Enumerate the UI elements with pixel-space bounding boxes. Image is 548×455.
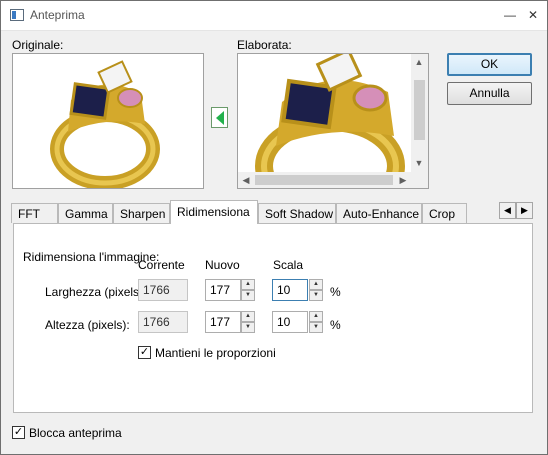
ok-button[interactable]: OK — [447, 53, 532, 76]
width-scale-field[interactable]: 10 — [272, 279, 308, 301]
tab-fft[interactable]: FFT — [11, 203, 58, 223]
ring-image — [41, 54, 175, 190]
width-current-field: 1766 — [138, 279, 188, 301]
spin-up-icon[interactable]: ▲ — [241, 279, 255, 290]
ring-image-zoomed — [238, 54, 411, 172]
app-window-icon — [10, 9, 24, 21]
height-scale-field[interactable]: 10 — [272, 311, 308, 333]
tab-sharpen[interactable]: Sharpen — [113, 203, 170, 223]
height-percent-label: % — [330, 318, 341, 332]
width-new-field[interactable]: 177 — [205, 279, 241, 301]
width-new-spinner[interactable]: ▲ ▼ — [241, 279, 255, 301]
spin-down-icon[interactable]: ▼ — [309, 290, 323, 301]
spin-up-icon[interactable]: ▲ — [241, 311, 255, 322]
close-button[interactable]: ✕ — [521, 5, 545, 25]
cancel-button[interactable]: Annulla — [447, 82, 532, 105]
height-new-spinner[interactable]: ▲ ▼ — [241, 311, 255, 333]
width-scale-spinner[interactable]: ▲ ▼ — [309, 279, 323, 301]
preview-dialog: Anteprima — ✕ Originale: Elaborata: ▲ ▼ … — [0, 0, 548, 455]
original-label: Originale: — [12, 38, 64, 52]
keep-proportions-label: Mantieni le proporzioni — [155, 346, 276, 360]
spin-down-icon[interactable]: ▼ — [241, 322, 255, 333]
processed-vertical-scrollbar[interactable]: ▲ ▼ — [411, 54, 428, 172]
spin-up-icon[interactable]: ▲ — [309, 311, 323, 322]
lock-preview-label: Blocca anteprima — [29, 426, 122, 440]
scroll-up-arrow-icon[interactable]: ▲ — [411, 54, 427, 70]
height-label: Altezza (pixels): — [45, 318, 130, 332]
title-bar: Anteprima — ✕ — [1, 1, 547, 31]
tab-ridimensiona[interactable]: Ridimensiona — [170, 200, 258, 224]
processed-preview: ▲ ▼ ◀ ▶ — [237, 53, 429, 189]
keep-proportions-checkbox[interactable]: ✓ — [138, 346, 151, 359]
tab-gamma[interactable]: Gamma — [58, 203, 113, 223]
scroll-down-arrow-icon[interactable]: ▼ — [411, 155, 427, 171]
resize-tab-panel: Ridimensiona l'immagine: Corrente Nuovo … — [13, 223, 533, 413]
tab-crop[interactable]: Crop — [422, 203, 467, 223]
processed-label: Elaborata: — [237, 38, 292, 52]
scale-column-label: Scala — [273, 258, 304, 272]
height-scale-spinner[interactable]: ▲ ▼ — [309, 311, 323, 333]
lock-preview-checkbox[interactable]: ✓ — [12, 426, 25, 439]
window-title: Anteprima — [30, 8, 85, 22]
new-column-label: Nuovo — [205, 258, 240, 272]
tab-scroll-right-icon[interactable]: ▶ — [516, 202, 533, 219]
tab-scroll-left-icon[interactable]: ◀ — [499, 202, 516, 219]
scroll-left-arrow-icon[interactable]: ◀ — [238, 172, 254, 188]
height-new-field[interactable]: 177 — [205, 311, 241, 333]
height-current-field: 1766 — [138, 311, 188, 333]
current-column-label: Corrente — [138, 258, 185, 272]
width-percent-label: % — [330, 285, 341, 299]
green-left-arrow-icon[interactable] — [211, 107, 228, 128]
tab-auto-enhance[interactable]: Auto-Enhance — [336, 203, 422, 223]
tab-soft-shadow[interactable]: Soft Shadow — [258, 203, 336, 223]
scrollbar-corner — [411, 172, 428, 188]
spin-up-icon[interactable]: ▲ — [309, 279, 323, 290]
spin-down-icon[interactable]: ▼ — [241, 290, 255, 301]
minimize-button[interactable]: — — [498, 5, 522, 25]
width-label: Larghezza (pixels): — [45, 285, 147, 299]
original-preview — [12, 53, 204, 190]
vertical-scroll-thumb[interactable] — [414, 80, 425, 140]
horizontal-scroll-thumb[interactable] — [255, 175, 393, 185]
scroll-right-arrow-icon[interactable]: ▶ — [395, 172, 411, 188]
processed-horizontal-scrollbar[interactable]: ◀ ▶ — [238, 172, 411, 188]
spin-down-icon[interactable]: ▼ — [309, 322, 323, 333]
